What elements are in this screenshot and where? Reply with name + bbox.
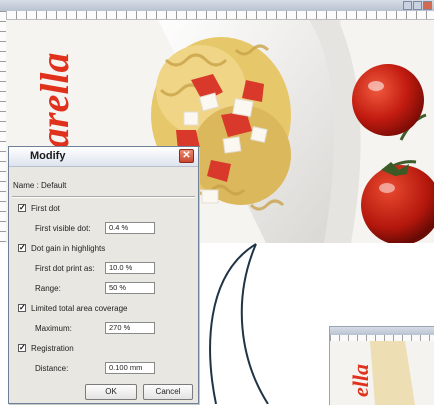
bottom-screenshot: ella	[329, 326, 434, 405]
limited-coverage-checkbox[interactable]: ✓	[18, 304, 26, 312]
first-dot-label: First dot	[31, 204, 60, 213]
first-dot-print-as-label: First dot print as:	[35, 264, 95, 273]
ok-button[interactable]: OK	[85, 384, 137, 400]
range-label: Range:	[35, 284, 61, 293]
mini-photo-image: ella	[330, 341, 434, 405]
dialog-title: Modify	[30, 150, 66, 162]
cancel-button[interactable]: Cancel	[143, 384, 193, 400]
limited-coverage-label: Limited total area coverage	[31, 304, 128, 313]
distance-label: Distance:	[35, 364, 69, 373]
distance-field[interactable]: 0.100 mm	[105, 362, 155, 374]
maximum-field[interactable]: 270 %	[105, 322, 155, 334]
divider	[12, 196, 195, 198]
first-dot-print-as-field[interactable]: 10.0 %	[105, 262, 155, 274]
dot-gain-checkbox[interactable]: ✓	[18, 244, 26, 252]
first-visible-dot-field[interactable]: 0.4 %	[105, 222, 155, 234]
maximum-label: Maximum:	[35, 324, 72, 333]
mini-brand-lettering: ella	[348, 364, 373, 397]
registration-checkbox[interactable]: ✓	[18, 344, 26, 352]
close-icon[interactable]: ✕	[179, 149, 194, 163]
name-label: Name : Default	[13, 181, 67, 190]
modify-dialog: Modify ✕ Name : Default ✓ First dot Firs…	[8, 146, 199, 404]
dialog-title-bar[interactable]: Modify ✕	[9, 147, 198, 167]
dot-gain-label: Dot gain in highlights	[31, 244, 106, 253]
first-dot-checkbox[interactable]: ✓	[18, 204, 26, 212]
range-field[interactable]: 50 %	[105, 282, 155, 294]
first-visible-dot-label: First visible dot:	[35, 224, 91, 233]
registration-label: Registration	[31, 344, 74, 353]
